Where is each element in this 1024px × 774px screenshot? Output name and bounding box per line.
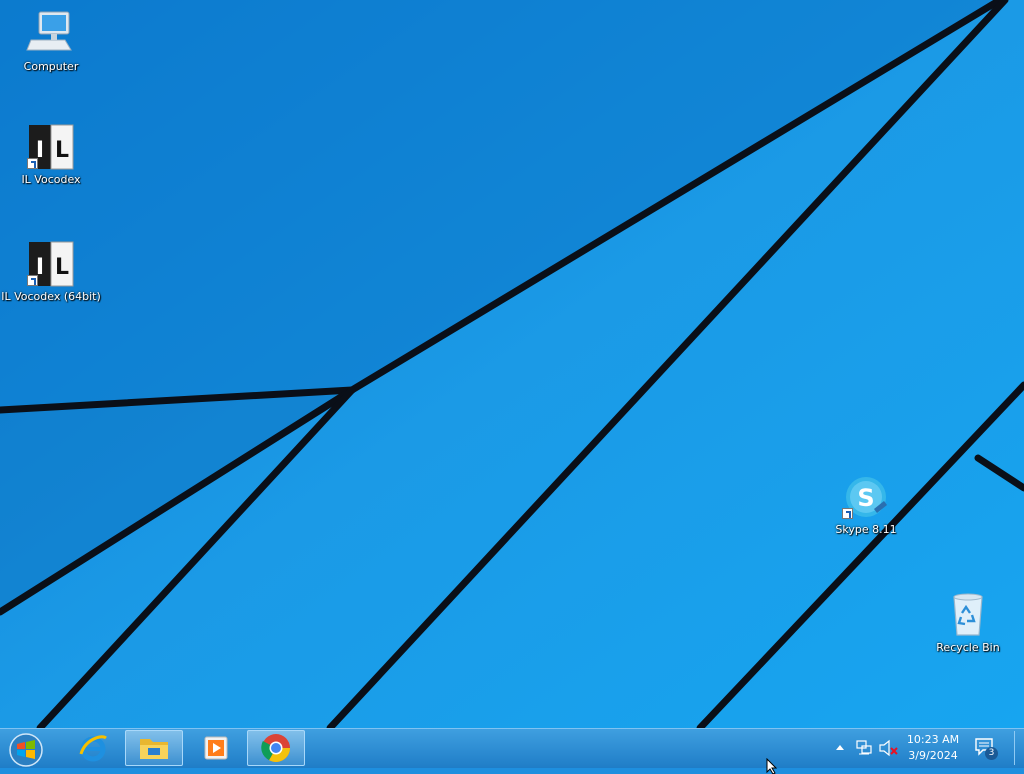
desktop-icon-computer[interactable]: Computer xyxy=(1,10,101,73)
chrome-icon xyxy=(261,734,290,762)
skype-icon: S xyxy=(840,473,892,521)
start-button[interactable] xyxy=(6,731,44,767)
volume-button[interactable] xyxy=(878,739,898,757)
desktop-icon-label: Skype 8.11 xyxy=(835,523,897,536)
svg-text:L: L xyxy=(55,138,69,163)
internet-explorer-icon xyxy=(79,735,107,762)
taskbar-media-player[interactable] xyxy=(186,730,244,766)
action-center-button[interactable]: 3 xyxy=(974,737,1000,761)
desktop-icon-label: IL Vocodex (64bit) xyxy=(1,290,101,303)
chevron-up-icon xyxy=(836,745,844,750)
desktop-icon-il-vocodex[interactable]: I L IL Vocodex xyxy=(1,123,101,186)
network-status-button[interactable] xyxy=(855,739,873,757)
il-vocodex-icon: I L xyxy=(25,240,77,288)
taskbar-internet-explorer[interactable] xyxy=(64,730,122,766)
recycle-bin-icon xyxy=(942,591,994,639)
desktop-icon-skype[interactable]: S Skype 8.11 xyxy=(816,473,916,536)
desktop-icon-label: Recycle Bin xyxy=(936,641,1000,654)
svg-text:L: L xyxy=(55,255,69,280)
desktop-icon-label: IL Vocodex xyxy=(21,173,81,186)
desktop-icon-label: Computer xyxy=(23,60,79,73)
taskbar: 10:23 AM 3/9/2024 3 xyxy=(0,728,1024,768)
clock-date: 3/9/2024 xyxy=(908,749,958,762)
taskbar-file-explorer[interactable] xyxy=(125,730,183,766)
desktop: Computer I L IL Vocodex I L IL Vocodex (… xyxy=(0,0,1024,728)
clock[interactable]: 10:23 AM 3/9/2024 xyxy=(896,732,970,764)
shortcut-arrow-icon xyxy=(842,508,853,519)
il-vocodex-icon: I L xyxy=(25,123,77,171)
svg-text:S: S xyxy=(857,484,874,512)
desktop-icon-recycle-bin[interactable]: Recycle Bin xyxy=(918,591,1018,654)
shortcut-arrow-icon xyxy=(27,275,38,286)
clock-time: 10:23 AM xyxy=(906,733,960,746)
taskbar-chrome[interactable] xyxy=(247,730,305,766)
computer-icon xyxy=(25,10,77,58)
wallpaper xyxy=(0,0,1024,728)
show-desktop-button[interactable] xyxy=(1014,731,1023,765)
windows-logo-icon xyxy=(9,733,43,767)
folder-icon xyxy=(140,739,168,759)
mouse-cursor-icon xyxy=(766,758,778,774)
show-hidden-icons-button[interactable] xyxy=(834,740,846,754)
media-player-icon xyxy=(204,736,228,760)
desktop-icon-il-vocodex-64[interactable]: I L IL Vocodex (64bit) xyxy=(1,240,101,303)
shortcut-arrow-icon xyxy=(27,158,38,169)
notification-count-badge: 3 xyxy=(985,747,998,760)
network-icon xyxy=(856,740,872,755)
volume-muted-icon xyxy=(879,739,898,757)
